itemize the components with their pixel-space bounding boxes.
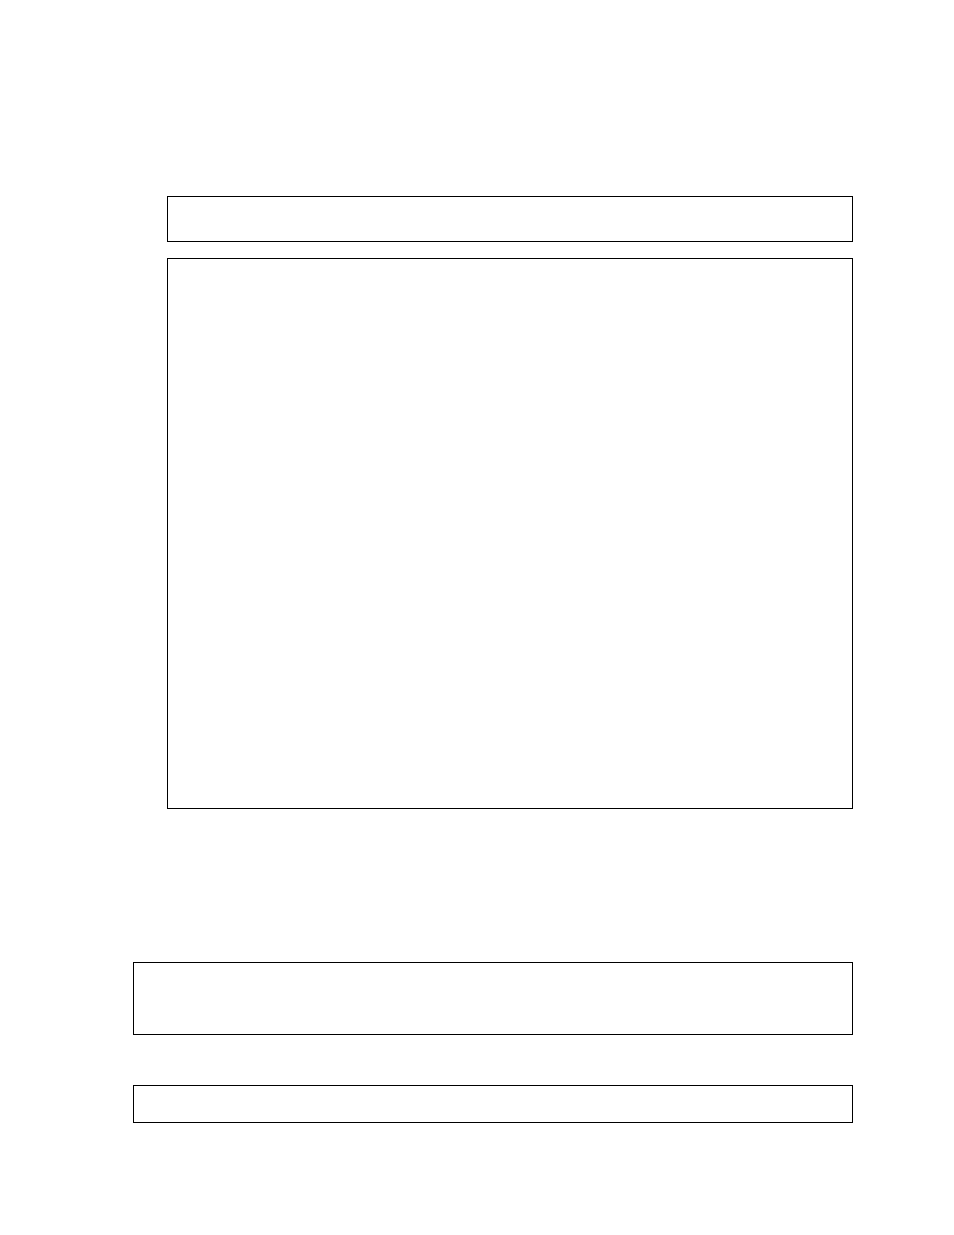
box-top-small (167, 196, 853, 242)
box-large-middle (167, 258, 853, 809)
box-lower-medium (133, 962, 853, 1035)
box-bottom-thin (133, 1085, 853, 1123)
document-page (0, 0, 954, 1235)
